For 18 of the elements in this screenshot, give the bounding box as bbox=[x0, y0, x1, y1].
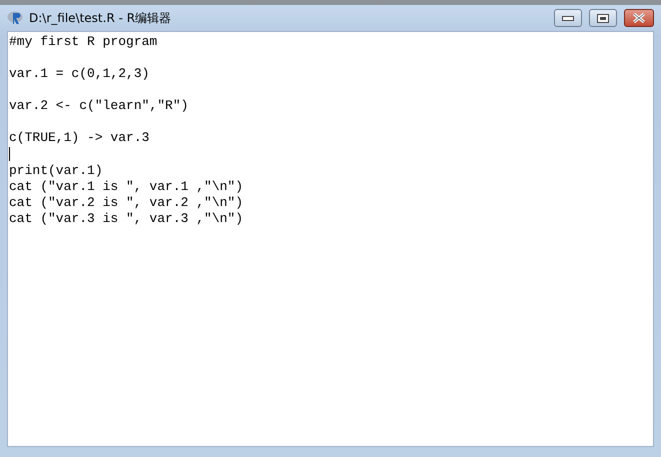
code-line: #my first R program bbox=[9, 34, 158, 50]
code-line: c(TRUE,1) -> var.3 bbox=[9, 130, 150, 146]
maximize-icon bbox=[597, 14, 609, 22]
code-line: var.2 <- c("learn","R") bbox=[9, 98, 190, 114]
code-line: var.1 = c(0,1,2,3) bbox=[9, 66, 150, 82]
code-line: cat ("var.3 is ", var.3 ,"\n") bbox=[9, 211, 244, 227]
code-line: cat ("var.2 is ", var.2 ,"\n") bbox=[9, 195, 244, 211]
minimize-icon bbox=[562, 16, 574, 20]
close-icon bbox=[632, 13, 646, 23]
r-logo-icon bbox=[7, 10, 25, 26]
code-editor[interactable]: #my first R program var.1 = c(0,1,2,3) var.2 <- c("learn","R") c(TRUE,1) -> var.3 print(var.1) cat ("var.1 is ", var.1 ,"\n") cat ("var.2 is ", var.2 ,"\n") cat ("var.3 is ", var.3 ,"\n") bbox=[7, 31, 654, 447]
code-line: cat ("var.1 is ", var.1 ,"\n") bbox=[9, 179, 244, 195]
text-cursor bbox=[9, 147, 10, 161]
maximize-button[interactable] bbox=[589, 9, 617, 27]
close-button[interactable] bbox=[624, 9, 654, 27]
code-line: print(var.1) bbox=[9, 163, 104, 179]
window-title: D:\r_file\test.R - R编辑器 bbox=[29, 10, 172, 26]
minimize-button[interactable] bbox=[554, 9, 582, 27]
